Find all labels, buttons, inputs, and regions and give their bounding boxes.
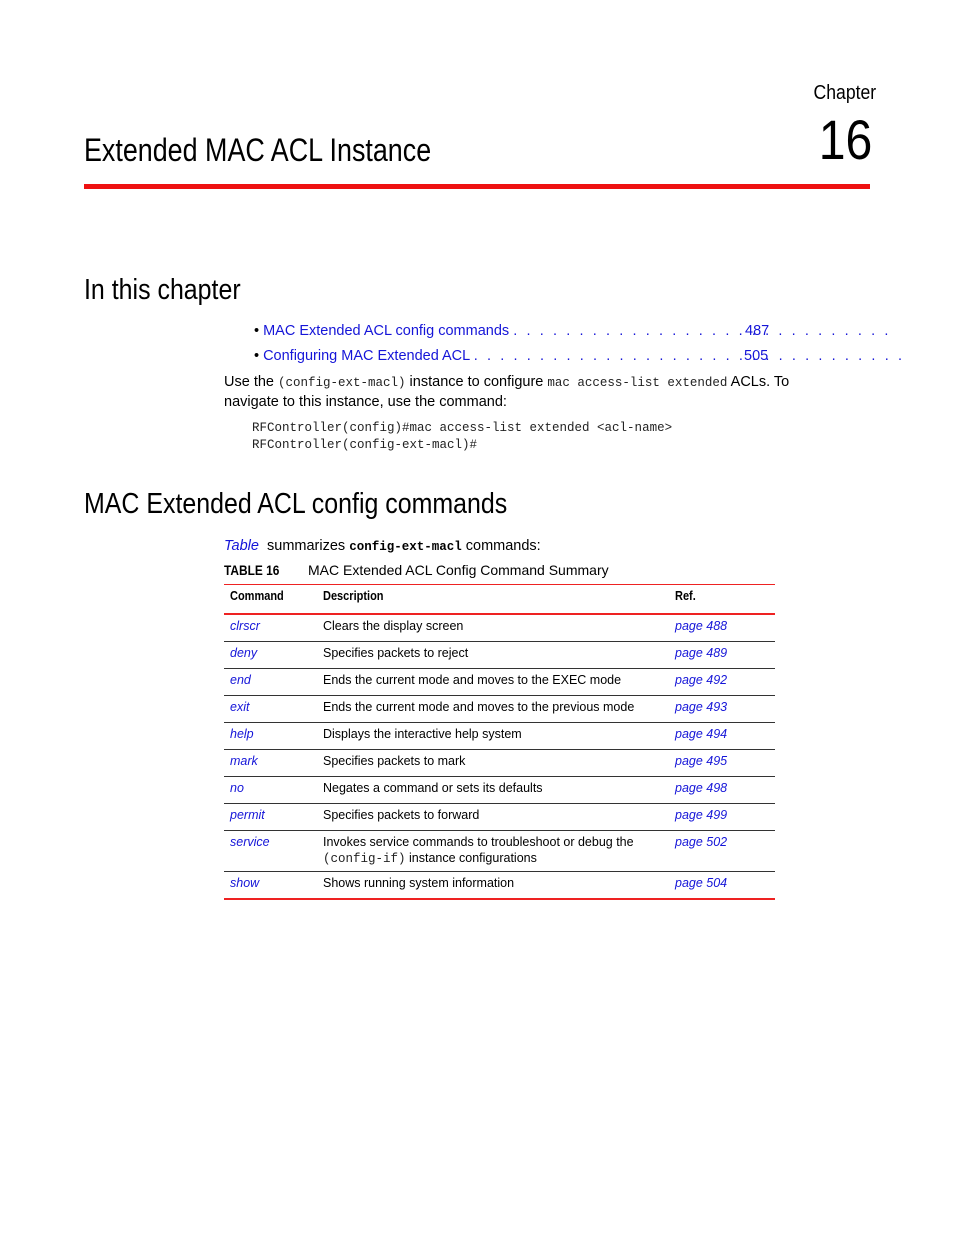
table-link[interactable]: Table	[224, 538, 259, 554]
toc-page[interactable]: 505	[744, 348, 768, 364]
code-block: RFController(config)#mac access-list ext…	[252, 420, 672, 454]
table-label: TABLE 16	[224, 562, 280, 578]
command-description: Ends the current mode and moves to the E…	[317, 668, 669, 696]
summary-text: summarizes	[258, 538, 350, 554]
toc-leader: . . . . . . . . . . . . . . . . . . . . …	[473, 348, 905, 364]
column-header-command: Command	[224, 584, 317, 615]
page-ref-link[interactable]: page 493	[669, 695, 775, 723]
command-description: Clears the display screen	[317, 614, 669, 642]
description-text: instance configurations	[405, 851, 537, 865]
section-heading: MAC Extended ACL config commands	[84, 488, 508, 520]
command-summary-table: Command Description Ref. clrscr Clears t…	[224, 584, 775, 900]
page-ref-link[interactable]: page 492	[669, 668, 775, 696]
inline-code: mac access-list extended	[547, 376, 728, 390]
column-header-ref: Ref.	[669, 584, 775, 615]
command-description: Specifies packets to reject	[317, 641, 669, 669]
intro-text: Use the	[224, 374, 278, 390]
inline-code: (config-if)	[323, 852, 406, 866]
inline-code: config-ext-macl	[349, 540, 462, 554]
summary-paragraph: Table summarizes config-ext-macl command…	[224, 537, 844, 557]
title-rule	[84, 184, 870, 189]
command-description: Ends the current mode and moves to the p…	[317, 695, 669, 723]
command-link[interactable]: no	[224, 776, 317, 804]
command-link[interactable]: end	[224, 668, 317, 696]
intro-paragraph: Use the (config-ext-macl) instance to co…	[224, 373, 844, 412]
page-ref-link[interactable]: page 499	[669, 803, 775, 831]
command-link[interactable]: deny	[224, 641, 317, 669]
command-link[interactable]: mark	[224, 749, 317, 777]
bullet-icon: •	[254, 323, 260, 339]
table-row: no Negates a command or sets its default…	[224, 776, 775, 804]
table-row: clrscr Clears the display screen page 48…	[224, 614, 775, 642]
page-ref-link[interactable]: page 489	[669, 641, 775, 669]
page-ref-link[interactable]: page 498	[669, 776, 775, 804]
command-link[interactable]: show	[224, 871, 317, 900]
table-row: deny Specifies packets to reject page 48…	[224, 641, 775, 669]
table-header-row: Command Description Ref.	[224, 584, 775, 615]
toc-link[interactable]: MAC Extended ACL config commands	[263, 323, 509, 339]
page-ref-link[interactable]: page 494	[669, 722, 775, 750]
command-description: Specifies packets to forward	[317, 803, 669, 831]
table-row: mark Specifies packets to mark page 495	[224, 749, 775, 777]
toc-leader: . . . . . . . . . . . . . . . . . . . . …	[513, 323, 892, 339]
table-caption: TABLE 16 MAC Extended ACL Config Command …	[224, 562, 609, 578]
table-row: permit Specifies packets to forward page…	[224, 803, 775, 831]
summary-text: commands:	[461, 538, 541, 554]
command-description: Specifies packets to mark	[317, 749, 669, 777]
bullet-icon: •	[254, 348, 260, 364]
command-link[interactable]: clrscr	[224, 614, 317, 642]
table-row: end Ends the current mode and moves to t…	[224, 668, 775, 696]
toc-item[interactable]: • Configuring MAC Extended ACL . . . . . …	[254, 348, 902, 364]
command-link[interactable]: permit	[224, 803, 317, 831]
toc-page[interactable]: 487	[745, 323, 769, 339]
column-header-description: Description	[317, 584, 669, 615]
page-title: Extended MAC ACL Instance	[84, 132, 432, 168]
intro-text: instance to configure	[405, 374, 548, 390]
page-ref-link[interactable]: page 502	[669, 830, 775, 872]
command-link[interactable]: help	[224, 722, 317, 750]
inline-code: (config-ext-macl)	[278, 376, 406, 390]
chapter-number: 16	[818, 108, 872, 171]
table-title: MAC Extended ACL Config Command Summary	[308, 562, 609, 578]
table-row: show Shows running system information pa…	[224, 871, 775, 900]
page-ref-link[interactable]: page 504	[669, 871, 775, 900]
chapter-label: Chapter	[813, 82, 876, 104]
toc-item[interactable]: • MAC Extended ACL config commands . . . …	[254, 323, 888, 339]
page-ref-link[interactable]: page 495	[669, 749, 775, 777]
table-row: exit Ends the current mode and moves to …	[224, 695, 775, 723]
page-ref-link[interactable]: page 488	[669, 614, 775, 642]
command-description: Negates a command or sets its defaults	[317, 776, 669, 804]
command-description: Displays the interactive help system	[317, 722, 669, 750]
command-link[interactable]: exit	[224, 695, 317, 723]
code-line: RFController(config)#mac access-list ext…	[252, 421, 673, 435]
table-row: help Displays the interactive help syste…	[224, 722, 775, 750]
code-line: RFController(config-ext-macl)#	[252, 438, 478, 452]
command-link[interactable]: service	[224, 830, 317, 872]
toc-link[interactable]: Configuring MAC Extended ACL	[263, 348, 470, 364]
command-description: Shows running system information	[317, 871, 669, 900]
command-description: Invokes service commands to troubleshoot…	[317, 830, 669, 872]
in-this-chapter-heading: In this chapter	[84, 274, 241, 306]
table-row: service Invokes service commands to trou…	[224, 830, 775, 872]
description-text: Invokes service commands to troubleshoot…	[323, 835, 634, 849]
